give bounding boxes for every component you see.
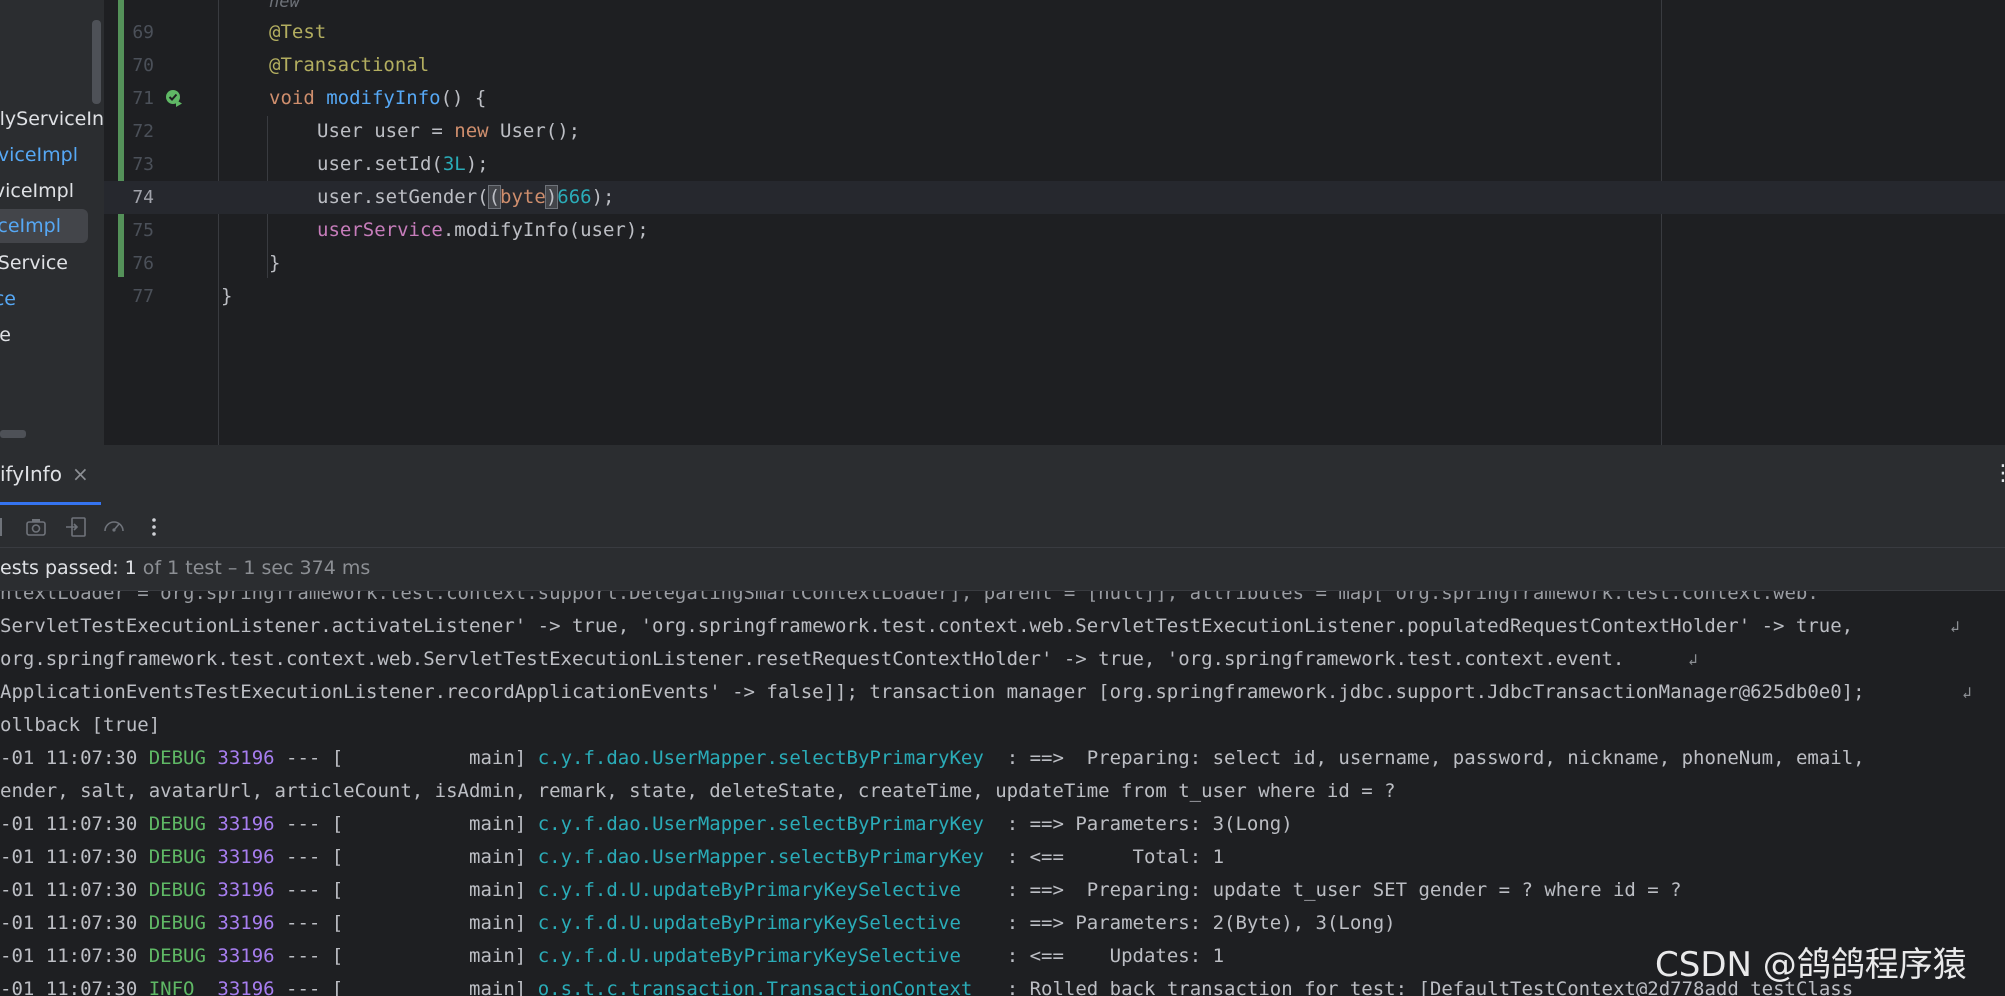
- code-line-current: 74 user.setGender((byte)666);: [104, 181, 2005, 214]
- code-line: 69 @Test: [104, 16, 2005, 49]
- test-status-bar: ests passed: 1 of 1 test – 1 sec 374 ms: [0, 548, 2005, 591]
- code-text: }: [269, 252, 281, 274]
- console-line: org.springframework.test.context.web.Ser…: [0, 648, 1625, 670]
- code-text: .modifyInfo(user);: [442, 219, 649, 241]
- code-line: 70 @Transactional: [104, 49, 2005, 82]
- log-line: -01 11:07:30 DEBUG 33196 --- [ main] c.y…: [0, 747, 1865, 769]
- code-text: );: [591, 186, 615, 208]
- log-line: -01 11:07:30 INFO 33196 --- [ main] o.s.…: [0, 978, 1854, 996]
- tree-item[interactable]: plyServiceIn: [0, 102, 104, 136]
- tree-item[interactable]: ce: [0, 282, 16, 316]
- more-options-icon[interactable]: ⋮: [1992, 461, 2005, 486]
- field-name: userService: [317, 219, 443, 241]
- code-line: 77 }: [104, 280, 2005, 313]
- log-line-continuation: ender, salt, avatarUrl, articleCount, is…: [0, 780, 1396, 802]
- watermark: CSDN @鸽鸽程序猿: [1655, 945, 1967, 985]
- number-literal: 3L: [442, 153, 466, 175]
- log-line: -01 11:07:30 DEBUG 33196 --- [ main] c.y…: [0, 846, 1225, 868]
- tests-passed-count: ests passed: 1: [0, 557, 137, 579]
- code-text: () {: [440, 87, 487, 109]
- tab-label: ifyInfo: [0, 462, 62, 486]
- log-line: -01 11:07:30 DEBUG 33196 --- [ main] c.y…: [0, 879, 1682, 901]
- line-number: 69: [132, 22, 154, 43]
- tree-item[interactable]: Service: [0, 246, 68, 280]
- code-text: user.setGender(: [317, 186, 489, 208]
- soft-wrap-icon: ↲: [1962, 683, 1972, 702]
- code-line: 73 user.setId(3L);: [104, 148, 2005, 181]
- code-line: 71 void modifyInfo() {: [104, 82, 2005, 115]
- sidebar-scrollbar[interactable]: [92, 20, 101, 104]
- console-line: ntextLoader = org.springframework.test.c…: [0, 591, 1819, 604]
- line-number: 73: [132, 154, 154, 175]
- code-line: 75 userService.modifyInfo(user);: [104, 214, 2005, 247]
- console-line: ollback [true]: [0, 714, 161, 736]
- line-number: 77: [132, 286, 154, 307]
- toolbar-edge: [0, 518, 2, 536]
- line-number: 71: [132, 88, 154, 109]
- soft-wrap-icon: ↲: [1950, 617, 1960, 636]
- code-line: 76 }: [104, 247, 2005, 280]
- matched-paren: (: [487, 185, 502, 209]
- tree-item-label: plyServiceIn: [0, 108, 104, 130]
- line-number: 74: [132, 187, 154, 208]
- code-text: user.setId(: [317, 153, 443, 175]
- code-text: User user =: [317, 120, 455, 142]
- line-number: 75: [132, 220, 154, 241]
- method-name: modifyInfo: [326, 87, 441, 109]
- tab-modifyinfo[interactable]: ifyInfo ×: [0, 445, 101, 505]
- matched-paren: ): [544, 185, 559, 209]
- annotation: @Transactional: [269, 54, 430, 76]
- more-options-icon[interactable]: [142, 515, 166, 539]
- tree-item-label: rviceImpl: [0, 144, 78, 166]
- sidebar-horizontal-scrollbar[interactable]: [0, 430, 26, 438]
- line-number: 76: [132, 253, 154, 274]
- code-line: 72 User user = new User();: [104, 115, 2005, 148]
- code-text: }: [221, 285, 233, 307]
- keyword: byte: [500, 186, 546, 208]
- close-icon[interactable]: ×: [72, 462, 89, 486]
- run-tab-bar: ifyInfo × ⋮: [0, 445, 2005, 506]
- line-number: 72: [132, 121, 154, 142]
- coverage-gauge-icon[interactable]: [102, 515, 126, 539]
- import-icon[interactable]: [64, 515, 88, 539]
- test-status-text: ests passed: 1 of 1 test – 1 sec 374 ms: [0, 557, 370, 579]
- soft-wrap-icon: ↲: [1688, 650, 1698, 669]
- annotation: @Test: [269, 21, 327, 43]
- log-line: -01 11:07:30 DEBUG 33196 --- [ main] c.y…: [0, 912, 1396, 934]
- tree-item[interactable]: viceImpl: [0, 174, 74, 208]
- code-editor[interactable]: new 69 @Test 70 @Transactional 71 void m…: [104, 0, 2005, 445]
- line-number: 70: [132, 55, 154, 76]
- project-sidebar: plyServiceIn rviceImpl viceImpl iceImpl …: [0, 0, 104, 445]
- run-tool-window: ifyInfo × ⋮ ests passed: 1 of 1 test – 1…: [0, 445, 2005, 996]
- camera-icon[interactable]: [24, 515, 48, 539]
- tree-item-label: ce: [0, 288, 16, 310]
- tree-item-label: Service: [0, 252, 68, 274]
- keyword: void: [269, 87, 315, 109]
- keyword: new: [454, 120, 489, 142]
- tree-item-label: viceImpl: [0, 180, 74, 202]
- tests-duration: of 1 test – 1 sec 374 ms: [136, 557, 371, 579]
- log-line: -01 11:07:30 DEBUG 33196 --- [ main] c.y…: [0, 945, 1225, 967]
- tree-item-selected[interactable]: iceImpl: [0, 209, 88, 243]
- console-line: ApplicationEventsTestExecutionListener.r…: [0, 681, 1876, 703]
- console-output[interactable]: ntextLoader = org.springframework.test.c…: [0, 591, 2005, 996]
- console-line: ServletTestExecutionListener.activateLis…: [0, 615, 1865, 637]
- tree-item[interactable]: rviceImpl: [0, 138, 78, 172]
- tree-item-label: iceImpl: [0, 215, 61, 237]
- code-text: User();: [488, 120, 581, 142]
- code-text: );: [465, 153, 489, 175]
- log-line: -01 11:07:30 DEBUG 33196 --- [ main] c.y…: [0, 813, 1293, 835]
- tree-item[interactable]: e: [0, 318, 11, 352]
- run-test-icon[interactable]: [162, 86, 186, 110]
- number-literal: 666: [557, 186, 592, 208]
- run-toolbar: [0, 505, 2005, 548]
- tree-item-label: e: [0, 324, 11, 346]
